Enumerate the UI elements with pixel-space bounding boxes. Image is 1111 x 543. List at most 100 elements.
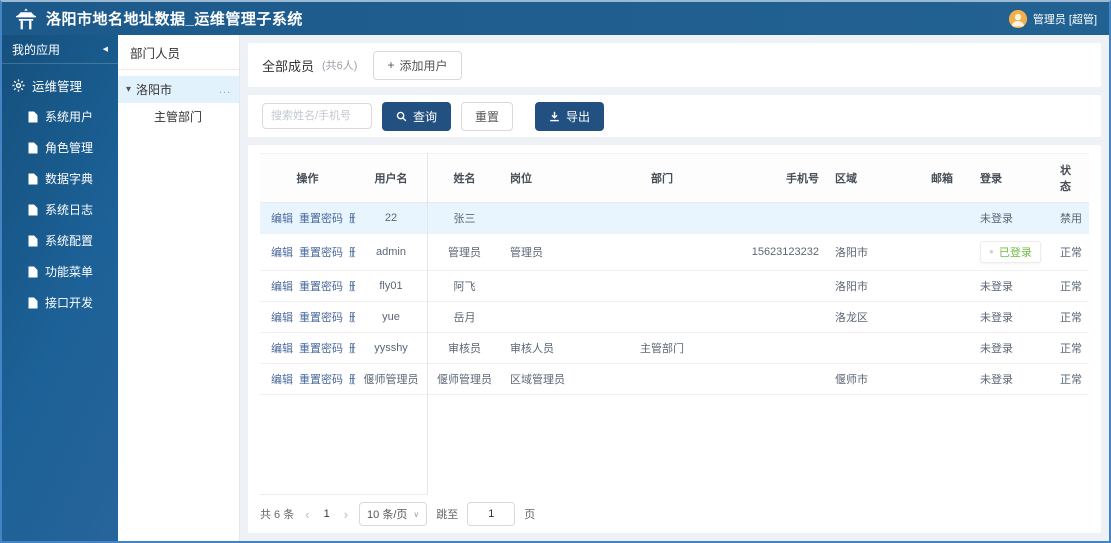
cell-position: 审核人员 bbox=[502, 332, 597, 364]
department-panel: 部门人员 ▾ 洛阳市 ... 主管部门 bbox=[118, 35, 240, 541]
reset-button[interactable]: 重置 bbox=[461, 101, 514, 131]
table-row[interactable]: 编辑重置密码删除 22 张三 未登录 禁用 bbox=[260, 202, 1089, 234]
col-header-department: 部门 bbox=[597, 153, 727, 203]
reset-password-link[interactable]: 重置密码 bbox=[299, 312, 343, 324]
edit-link[interactable]: 编辑 bbox=[271, 343, 293, 355]
sidebar-item-system-users[interactable]: 系统用户 bbox=[2, 101, 118, 132]
reset-password-link[interactable]: 重置密码 bbox=[299, 247, 343, 259]
cell-status: 正常 bbox=[1052, 301, 1089, 333]
delete-link[interactable]: 删除 bbox=[349, 281, 355, 293]
delete-link[interactable]: 删除 bbox=[349, 343, 355, 355]
page-size-select[interactable]: 10 条/页 ∨ bbox=[359, 502, 428, 526]
edit-link[interactable]: 编辑 bbox=[271, 312, 293, 324]
reset-password-link[interactable]: 重置密码 bbox=[299, 374, 343, 386]
cell-name: 管理员 bbox=[427, 233, 502, 271]
cell-name: 张三 bbox=[427, 202, 502, 234]
query-button[interactable]: 查询 bbox=[382, 101, 452, 131]
more-icon[interactable]: ... bbox=[219, 84, 231, 96]
user-table-card: 操作 用户名 姓名 岗位 部门 手机号 区域 邮箱 登录 状态 编辑 重置密码 … bbox=[248, 145, 1101, 533]
my-apps-bar[interactable]: 我的应用 ◀ bbox=[2, 35, 118, 64]
search-toolbar: 查询 重置 导出 bbox=[248, 95, 1101, 137]
jump-label: 跳至 bbox=[436, 509, 459, 521]
cell-region bbox=[827, 332, 912, 364]
pagination-total: 共 6 条 bbox=[260, 509, 295, 521]
cell-position: 区域管理员 bbox=[502, 363, 597, 395]
tree-node-supervising-dept[interactable]: 主管部门 bbox=[118, 103, 239, 130]
tree-node-luoyang[interactable]: ▾ 洛阳市 ... bbox=[118, 76, 239, 103]
paifang-gate-logo-icon bbox=[14, 7, 38, 31]
col-header-name: 姓名 bbox=[427, 153, 502, 203]
add-user-button[interactable]: + 添加用户 bbox=[373, 50, 462, 80]
table-row[interactable]: 编辑重置密码删除 admin 管理员 管理员 15623123232 洛阳市 bbox=[260, 233, 1089, 271]
edit-link[interactable]: 编辑 bbox=[271, 247, 293, 259]
cell-status: 正常 bbox=[1052, 363, 1089, 395]
cell-position bbox=[502, 202, 597, 234]
tree-node-label: 洛阳市 bbox=[136, 83, 173, 97]
department-panel-title: 部门人员 bbox=[118, 35, 239, 70]
cell-position bbox=[502, 270, 597, 302]
col-header-email: 邮箱 bbox=[912, 153, 972, 203]
export-label: 导出 bbox=[566, 109, 591, 124]
cell-login: 未登录 bbox=[972, 202, 1052, 234]
sidebar-item-data-dictionary[interactable]: 数据字典 bbox=[2, 163, 118, 194]
delete-link[interactable]: 删除 bbox=[349, 312, 355, 324]
sidebar-item-role-management[interactable]: 角色管理 bbox=[2, 132, 118, 163]
table-row[interactable]: 编辑重置密码删除 fly01 阿飞 洛阳市 未登录 正常 bbox=[260, 270, 1089, 302]
cell-name: 阿飞 bbox=[427, 270, 502, 302]
download-icon bbox=[549, 111, 560, 122]
document-icon bbox=[28, 173, 38, 185]
table-row[interactable]: 编辑重置密码删除 yue 岳月 洛龙区 未登录 正常 bbox=[260, 301, 1089, 333]
table-row[interactable]: 编辑重置密码删除 yysshy 审核员 审核人员 主管部门 未登录 正常 bbox=[260, 332, 1089, 364]
col-header-region: 区域 bbox=[827, 153, 912, 203]
jump-page-input[interactable] bbox=[467, 502, 516, 526]
edit-link[interactable]: 编辑 bbox=[271, 374, 293, 386]
reset-password-link[interactable]: 重置密码 bbox=[299, 343, 343, 355]
cell-phone bbox=[727, 332, 827, 364]
user-menu[interactable]: 管理员 [超管] bbox=[1008, 9, 1097, 28]
gear-icon bbox=[12, 79, 25, 92]
user-table-area: 操作 用户名 姓名 岗位 部门 手机号 区域 邮箱 登录 状态 编辑 重置密码 … bbox=[260, 153, 1089, 495]
sidebar-item-function-menu[interactable]: 功能菜单 bbox=[2, 256, 118, 287]
sidebar-group-label: 运维管理 bbox=[32, 80, 83, 94]
sidebar-item-label: 系统用户 bbox=[45, 110, 94, 124]
cell-department bbox=[597, 202, 727, 234]
search-input[interactable] bbox=[262, 103, 372, 129]
next-page-icon[interactable]: › bbox=[342, 507, 350, 522]
cell-username: 偃师管理员 bbox=[355, 363, 427, 395]
reset-password-link[interactable]: 重置密码 bbox=[299, 281, 343, 293]
delete-link[interactable]: 删除 bbox=[349, 374, 355, 386]
document-icon bbox=[28, 204, 38, 216]
tree-node-label: 主管部门 bbox=[154, 110, 203, 124]
caret-down-icon[interactable]: ▾ bbox=[126, 84, 131, 95]
page-number[interactable]: 1 bbox=[321, 508, 333, 520]
avatar bbox=[1008, 9, 1027, 28]
row-actions: 编辑重置密码删除 bbox=[260, 202, 355, 234]
sidebar-group-ops-management[interactable]: 运维管理 bbox=[2, 64, 118, 101]
sidebar-item-api-development[interactable]: 接口开发 bbox=[2, 287, 118, 318]
row-actions: 编辑重置密码删除 bbox=[260, 301, 355, 333]
cell-region: 偃师市 bbox=[827, 363, 912, 395]
sidebar-item-system-config[interactable]: 系统配置 bbox=[2, 225, 118, 256]
cell-status: 正常 bbox=[1052, 233, 1089, 271]
cell-login: 未登录 bbox=[972, 332, 1052, 364]
cell-phone bbox=[727, 301, 827, 333]
cell-login: 未登录 bbox=[972, 301, 1052, 333]
reset-password-link[interactable]: 重置密码 bbox=[299, 213, 343, 225]
delete-link[interactable]: 删除 bbox=[349, 247, 355, 259]
page-title: 洛阳市地名地址数据_运维管理子系统 bbox=[46, 11, 303, 28]
sidebar-item-label: 角色管理 bbox=[45, 141, 94, 155]
collapse-icon[interactable]: ◀ bbox=[103, 45, 108, 53]
edit-link[interactable]: 编辑 bbox=[271, 281, 293, 293]
row-actions: 编辑重置密码删除 bbox=[260, 270, 355, 302]
delete-link[interactable]: 删除 bbox=[349, 213, 355, 225]
edit-link[interactable]: 编辑 bbox=[271, 213, 293, 225]
cell-status: 正常 bbox=[1052, 270, 1089, 302]
sidebar-item-system-logs[interactable]: 系统日志 bbox=[2, 194, 118, 225]
row-actions: 编辑重置密码删除 bbox=[260, 332, 355, 364]
cell-phone bbox=[727, 363, 827, 395]
cell-login: 未登录 bbox=[972, 270, 1052, 302]
prev-page-icon[interactable]: ‹ bbox=[303, 507, 311, 522]
cell-name: 岳月 bbox=[427, 301, 502, 333]
table-row[interactable]: 编辑重置密码删除 偃师管理员 偃师管理员 区域管理员 偃师市 未登录 正 bbox=[260, 363, 1089, 395]
export-button[interactable]: 导出 bbox=[535, 101, 605, 131]
